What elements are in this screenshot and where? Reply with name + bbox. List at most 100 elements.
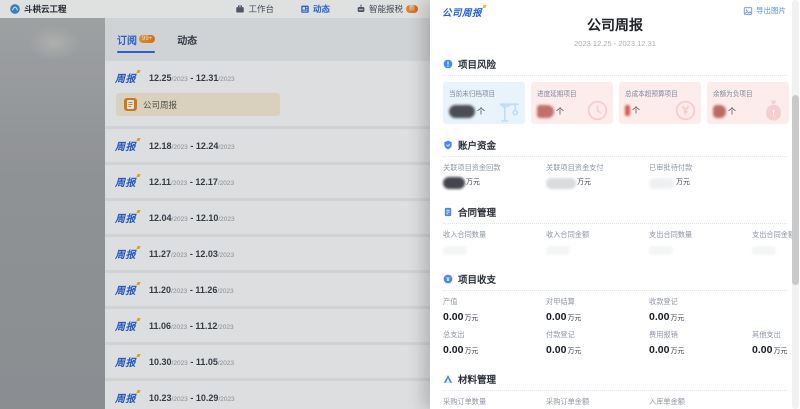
- metric-value: 0.00万元: [649, 311, 752, 323]
- metric-label: 当前未归档项目: [449, 88, 519, 98]
- metric-value: 0.00万元: [443, 344, 546, 356]
- report-sections: 项目风险当前未归档项目个进度延期项目个总成本超预算项目个余额为负项目个!账户资金…: [430, 50, 800, 409]
- section-title: 合同管理: [458, 205, 496, 219]
- feed-page: 斗栱云工程 工作台动态智能报税新 订阅99+动态 周报12.25/2023 - …: [0, 0, 430, 409]
- metric-field: 采购订单数量0个: [443, 397, 546, 409]
- metric-number: 0.00: [649, 311, 669, 323]
- risk-card: 当前未归档项目个: [443, 82, 525, 124]
- metric-label: 付款登记: [546, 330, 649, 340]
- metric-unit: 万元: [773, 346, 787, 356]
- metric-unit: 万元: [567, 346, 581, 356]
- section-header: 材料管理: [443, 365, 787, 390]
- redacted-value: [537, 105, 554, 118]
- metric-field: 对甲结算 0.00万元: [546, 297, 649, 323]
- section-header: 账户资金: [443, 131, 787, 156]
- redacted-value: [752, 246, 776, 255]
- field-row: 总支出0.00万元付款登记0.00万元费用报销0.00万元其他支出0.00万元: [443, 330, 787, 356]
- risk-cards: 当前未归档项目个进度延期项目个总成本超预算项目个余额为负项目个!: [443, 82, 787, 124]
- metric-unit: 万元: [464, 346, 478, 356]
- doc-icon: [443, 207, 453, 217]
- metric-label: 进度延期项目: [537, 88, 607, 98]
- section-body: 关联项目资金回款万元关联项目资金支付万元已审批待付款万元: [443, 156, 787, 198]
- section-body: 采购订单数量0个采购订单金额0.00万元入库单金额0.00万元: [443, 390, 787, 409]
- metric-field: 关联项目资金回款万元: [443, 163, 546, 189]
- metric-label: 余额为负项目: [713, 88, 783, 98]
- risk-card: 余额为负项目个!: [707, 82, 789, 124]
- metric-number: 0.00: [546, 311, 566, 323]
- metric-unit: 万元: [577, 177, 591, 187]
- scrollbar-thumb[interactable]: [792, 95, 799, 285]
- field-row: 采购订单数量0个采购订单金额0.00万元入库单金额0.00万元: [443, 397, 787, 409]
- metric-label: 费用报销: [649, 330, 752, 340]
- weekly-report-drawer: 公司周报 导出图片 公司周报 2023.12.25 - 2023.12.31 项…: [430, 0, 800, 409]
- metric-value: 个: [449, 105, 519, 118]
- metric-value: 个: [537, 105, 607, 118]
- metric-number: 0.00: [443, 344, 463, 356]
- risk-card: 进度延期项目个: [531, 82, 613, 124]
- metric-field: 产值 0.00万元: [443, 297, 546, 323]
- metric-unit: 个: [728, 106, 736, 117]
- risk-card: 总成本超预算项目个: [619, 82, 701, 124]
- metric-label: 关联项目资金支付: [546, 163, 649, 173]
- section-title: 材料管理: [458, 372, 496, 386]
- redacted-value: [443, 246, 467, 255]
- redacted-value: [443, 177, 465, 189]
- metric-value: 个: [625, 105, 695, 116]
- field-row: 产值0.00万元对甲结算0.00万元收款登记0.00万元: [443, 297, 787, 323]
- metric-label: 收入合同金额: [546, 230, 649, 240]
- alert-icon: [443, 59, 453, 69]
- section-material-mgmt: 材料管理采购订单数量0个采购订单金额0.00万元入库单金额0.00万元: [443, 365, 787, 409]
- metric-field: 入库单金额0.00万元: [649, 397, 752, 409]
- metric-number: 0.00: [546, 344, 566, 356]
- section-title: 账户资金: [458, 138, 496, 152]
- redacted-value: [546, 246, 570, 255]
- export-image-button[interactable]: 导出图片: [743, 5, 786, 16]
- section-account-funds: 账户资金关联项目资金回款万元关联项目资金支付万元已审批待付款万元: [443, 131, 787, 198]
- metric-value: 0.00万元: [546, 344, 649, 356]
- metric-field: 费用报销 0.00万元: [649, 330, 752, 356]
- metric-field: 收入合同金额: [546, 230, 649, 256]
- metric-label: 入库单金额: [649, 397, 752, 407]
- redacted-value: [546, 178, 576, 189]
- section-body: 当前未归档项目个进度延期项目个总成本超预算项目个余额为负项目个!: [443, 75, 787, 131]
- redacted-value: [649, 246, 673, 255]
- metric-value: 个: [713, 105, 783, 118]
- metric-value: 0.00万元: [649, 344, 752, 356]
- metric-label: 对甲结算: [546, 297, 649, 307]
- section-body: 收入合同数量收入合同金额支出合同数量支出合同金额: [443, 223, 787, 265]
- section-project-io: ¥项目收支产值0.00万元对甲结算0.00万元收款登记0.00万元总支出0.00…: [443, 265, 787, 365]
- metric-unit: 个: [632, 105, 640, 116]
- shield-icon: [443, 140, 453, 150]
- report-date-range: 2023.12.25 - 2023.12.31: [430, 39, 800, 48]
- metric-field: 收款登记0.00万元: [649, 297, 752, 323]
- export-image-label: 导出图片: [756, 5, 786, 16]
- metric-value: [443, 244, 546, 256]
- modal-backdrop[interactable]: [0, 0, 430, 409]
- section-contract-mgmt: 合同管理收入合同数量收入合同金额支出合同数量支出合同金额: [443, 198, 787, 265]
- metric-unit: 万元: [466, 177, 480, 187]
- metric-field: 付款登记 0.00万元: [546, 330, 649, 356]
- metric-label: 产值: [443, 297, 546, 307]
- metric-value: 万元: [649, 177, 752, 189]
- metric-value: 0.00万元: [443, 311, 546, 323]
- metric-value: [546, 244, 649, 256]
- section-header: 合同管理: [443, 198, 787, 223]
- metric-label: 收入合同数量: [443, 230, 546, 240]
- section-header: ¥项目收支: [443, 265, 787, 290]
- metric-value: 万元: [443, 177, 546, 189]
- metric-label: 支出合同数量: [649, 230, 752, 240]
- redacted-value: [449, 105, 475, 118]
- redacted-value: [649, 178, 675, 189]
- app-window: 斗栱云工程 工作台动态智能报税新 订阅99+动态 周报12.25/2023 - …: [0, 0, 800, 409]
- section-title: 项目风险: [458, 57, 496, 71]
- metric-field: 收入合同数量: [443, 230, 546, 256]
- redacted-value: [625, 105, 630, 116]
- image-icon: [743, 6, 753, 16]
- metric-unit: 万元: [567, 313, 581, 323]
- report-brandmark: 公司周报: [442, 5, 486, 19]
- metric-field: 支出合同数量: [649, 230, 752, 256]
- section-header: 项目风险: [443, 50, 787, 75]
- field-row: 收入合同数量收入合同金额支出合同数量支出合同金额: [443, 230, 787, 256]
- metric-number: 0.00: [443, 311, 463, 323]
- metric-unit: 万元: [464, 313, 478, 323]
